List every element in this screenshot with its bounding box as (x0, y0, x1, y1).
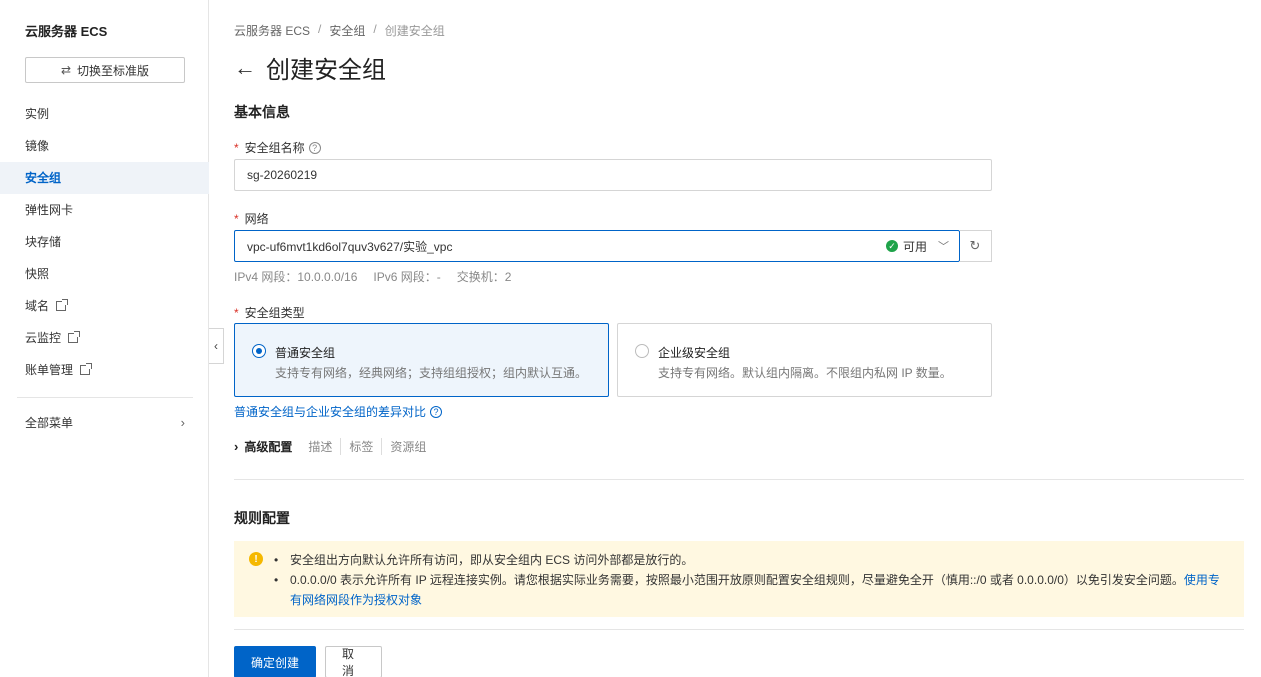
alert-item: 0.0.0.0/0 表示允许所有 IP 远程连接实例。请您根据实际业务需要，按照… (274, 570, 1228, 610)
chevron-right-icon: › (234, 439, 239, 454)
chevron-down-icon: ﹀ (938, 241, 949, 253)
sidebar-item-snapshots[interactable]: 快照 (0, 258, 209, 290)
sidebar-item-block-storage[interactable]: 块存储 (0, 226, 209, 258)
ipv6-cidr: IPv6 网段：- (373, 270, 441, 284)
alert-list: 安全组出方向默认允许所有访问，即从安全组内 ECS 访问外部都是放行的。 0.0… (274, 550, 1228, 610)
alert-text-outbound: 安全组出方向默认允许所有访问，即从安全组内 ECS 访问外部都是放行的。 (290, 553, 694, 567)
sidebar-item-label: 弹性网卡 (25, 203, 74, 217)
advanced-config: › 高级配置 描述 标签 资源组 (234, 438, 434, 455)
network-select[interactable]: vpc-uf6mvt1kd6ol7quv3v627/实验_vpc ✓ 可用 ﹀ (234, 230, 960, 262)
all-menu-label: 全部菜单 (25, 415, 74, 430)
all-menu-button[interactable]: 全部菜单 › (25, 407, 185, 437)
help-icon: ? (430, 405, 443, 418)
sidebar-item-label: 域名 (25, 299, 50, 313)
sidebar-item-images[interactable]: 镜像 (0, 130, 209, 162)
required-asterisk: * (234, 305, 239, 320)
compare-link-text: 普通安全组与企业安全组的差异对比 (234, 405, 427, 419)
advanced-field-tags: 标签 (340, 438, 381, 455)
sg-type-enterprise-desc: 支持专有网络。默认组内隔离。不限组内私网 IP 数量。 (658, 366, 952, 380)
sidebar-item-label: 实例 (25, 107, 50, 121)
sidebar-title: 云服务器 ECS (25, 24, 108, 39)
radio-button[interactable] (252, 344, 266, 358)
cancel-button[interactable]: 取消 (325, 646, 382, 677)
sidebar-item-label: 安全组 (25, 171, 62, 185)
back-arrow-icon[interactable]: ← (234, 56, 256, 79)
required-asterisk: * (234, 140, 239, 155)
sidebar-item-instances[interactable]: 实例 (0, 98, 209, 130)
sidebar-item-cloud-monitor[interactable]: 云监控 (0, 322, 209, 354)
network-label: * 网络 (234, 210, 269, 227)
warning-icon: ! (249, 552, 263, 566)
sg-type-label-text: 安全组类型 (244, 306, 305, 320)
help-icon[interactable]: ? (308, 141, 321, 154)
radio-button[interactable] (635, 344, 649, 358)
sidebar-divider (17, 397, 193, 398)
network-status-text: 可用 (902, 239, 927, 254)
breadcrumb-separator: / (318, 22, 322, 36)
rules-config-title: 规则配置 (234, 510, 290, 526)
sidebar: 云服务器 ECS ⇄ 切换至标准版 实例 镜像 安全组 弹性网卡 块存储 快照 … (0, 0, 209, 677)
sg-name-input[interactable]: sg-20260219 (234, 159, 992, 191)
sg-type-label: * 安全组类型 (234, 304, 305, 321)
confirm-create-button[interactable]: 确定创建 (234, 646, 316, 677)
sidebar-item-label: 镜像 (25, 139, 50, 153)
chevron-left-icon: ‹ (214, 339, 218, 353)
section-divider (234, 479, 1244, 480)
sidebar-item-security-groups[interactable]: 安全组 (0, 162, 209, 194)
compare-sg-types-link[interactable]: 普通安全组与企业安全组的差异对比 ? (234, 403, 443, 420)
advanced-config-toggle[interactable]: › 高级配置 (234, 438, 292, 455)
sidebar-item-label: 块存储 (25, 235, 62, 249)
swap-icon: ⇄ (60, 63, 72, 77)
switch-edition-label: 切换至标准版 (77, 63, 150, 78)
chevron-right-icon: › (180, 414, 185, 430)
page-header: ← 创建安全组 (234, 50, 386, 85)
advanced-config-fields: 描述 标签 资源组 (292, 438, 434, 455)
sidebar-item-label: 账单管理 (25, 363, 74, 377)
ipv4-cidr: IPv4 网段：10.0.0.0/16 (234, 270, 358, 284)
sidebar-item-eni[interactable]: 弹性网卡 (0, 194, 209, 226)
alert-text-open-all: 0.0.0.0/0 表示允许所有 IP 远程连接实例。请您根据实际业务需要，按照… (290, 573, 1184, 587)
advanced-field-resource-group: 资源组 (381, 438, 434, 455)
sg-type-basic-card[interactable]: 普通安全组 支持专有网络，经典网络；支持组组授权；组内默认互通。 (234, 323, 609, 397)
switch-edition-button[interactable]: ⇄ 切换至标准版 (25, 57, 185, 83)
sidebar-item-domain[interactable]: 域名 (0, 290, 209, 322)
external-link-icon (80, 363, 93, 375)
sg-type-enterprise-card[interactable]: 企业级安全组 支持专有网络。默认组内隔离。不限组内私网 IP 数量。 (617, 323, 992, 397)
network-status: ✓ 可用 ﹀ (885, 238, 949, 255)
vswitch-count: 交换机：2 (456, 270, 512, 284)
page-title: 创建安全组 (266, 57, 386, 84)
network-label-text: 网络 (244, 212, 269, 226)
network-selected-value: vpc-uf6mvt1kd6ol7quv3v627/实验_vpc (247, 239, 453, 254)
sidebar-nav: 实例 镜像 安全组 弹性网卡 块存储 快照 域名 云监控 账单管理 (0, 98, 209, 386)
external-link-icon (56, 299, 69, 311)
sidebar-item-label: 快照 (25, 267, 50, 281)
basic-info-title: 基本信息 (234, 104, 290, 120)
required-asterisk: * (234, 211, 239, 226)
sidebar-item-label: 云监控 (25, 331, 62, 345)
check-circle-icon: ✓ (885, 240, 898, 252)
sg-type-basic-desc: 支持专有网络，经典网络；支持组组授权；组内默认互通。 (275, 366, 588, 380)
advanced-field-description: 描述 (308, 440, 333, 454)
breadcrumb-current: 创建安全组 (384, 24, 445, 38)
breadcrumb: 云服务器 ECS / 安全组 / 创建安全组 (234, 22, 445, 39)
refresh-network-button[interactable]: ↻ (959, 230, 992, 262)
footer-divider (234, 629, 1244, 630)
network-info: IPv4 网段：10.0.0.0/16 IPv6 网段：- 交换机：2 (234, 268, 511, 285)
alert-item: 安全组出方向默认允许所有访问，即从安全组内 ECS 访问外部都是放行的。 (274, 550, 1228, 570)
refresh-icon: ↻ (969, 238, 981, 253)
collapse-sidebar-button[interactable]: ‹ (209, 328, 224, 364)
sg-type-enterprise-title: 企业级安全组 (658, 346, 731, 360)
sg-name-label: * 安全组名称 ? (234, 139, 321, 156)
breadcrumb-separator: / (373, 22, 377, 36)
advanced-config-label: 高级配置 (244, 440, 293, 454)
breadcrumb-security-groups[interactable]: 安全组 (329, 22, 365, 39)
sidebar-item-billing[interactable]: 账单管理 (0, 354, 209, 386)
rules-warning-alert: ! 安全组出方向默认允许所有访问，即从安全组内 ECS 访问外部都是放行的。 0… (234, 541, 1244, 617)
external-link-icon (68, 331, 81, 343)
sg-name-label-text: 安全组名称 (244, 141, 305, 155)
sg-name-value: sg-20260219 (247, 168, 318, 182)
breadcrumb-ecs[interactable]: 云服务器 ECS (234, 22, 310, 39)
sg-type-basic-title: 普通安全组 (275, 346, 336, 360)
